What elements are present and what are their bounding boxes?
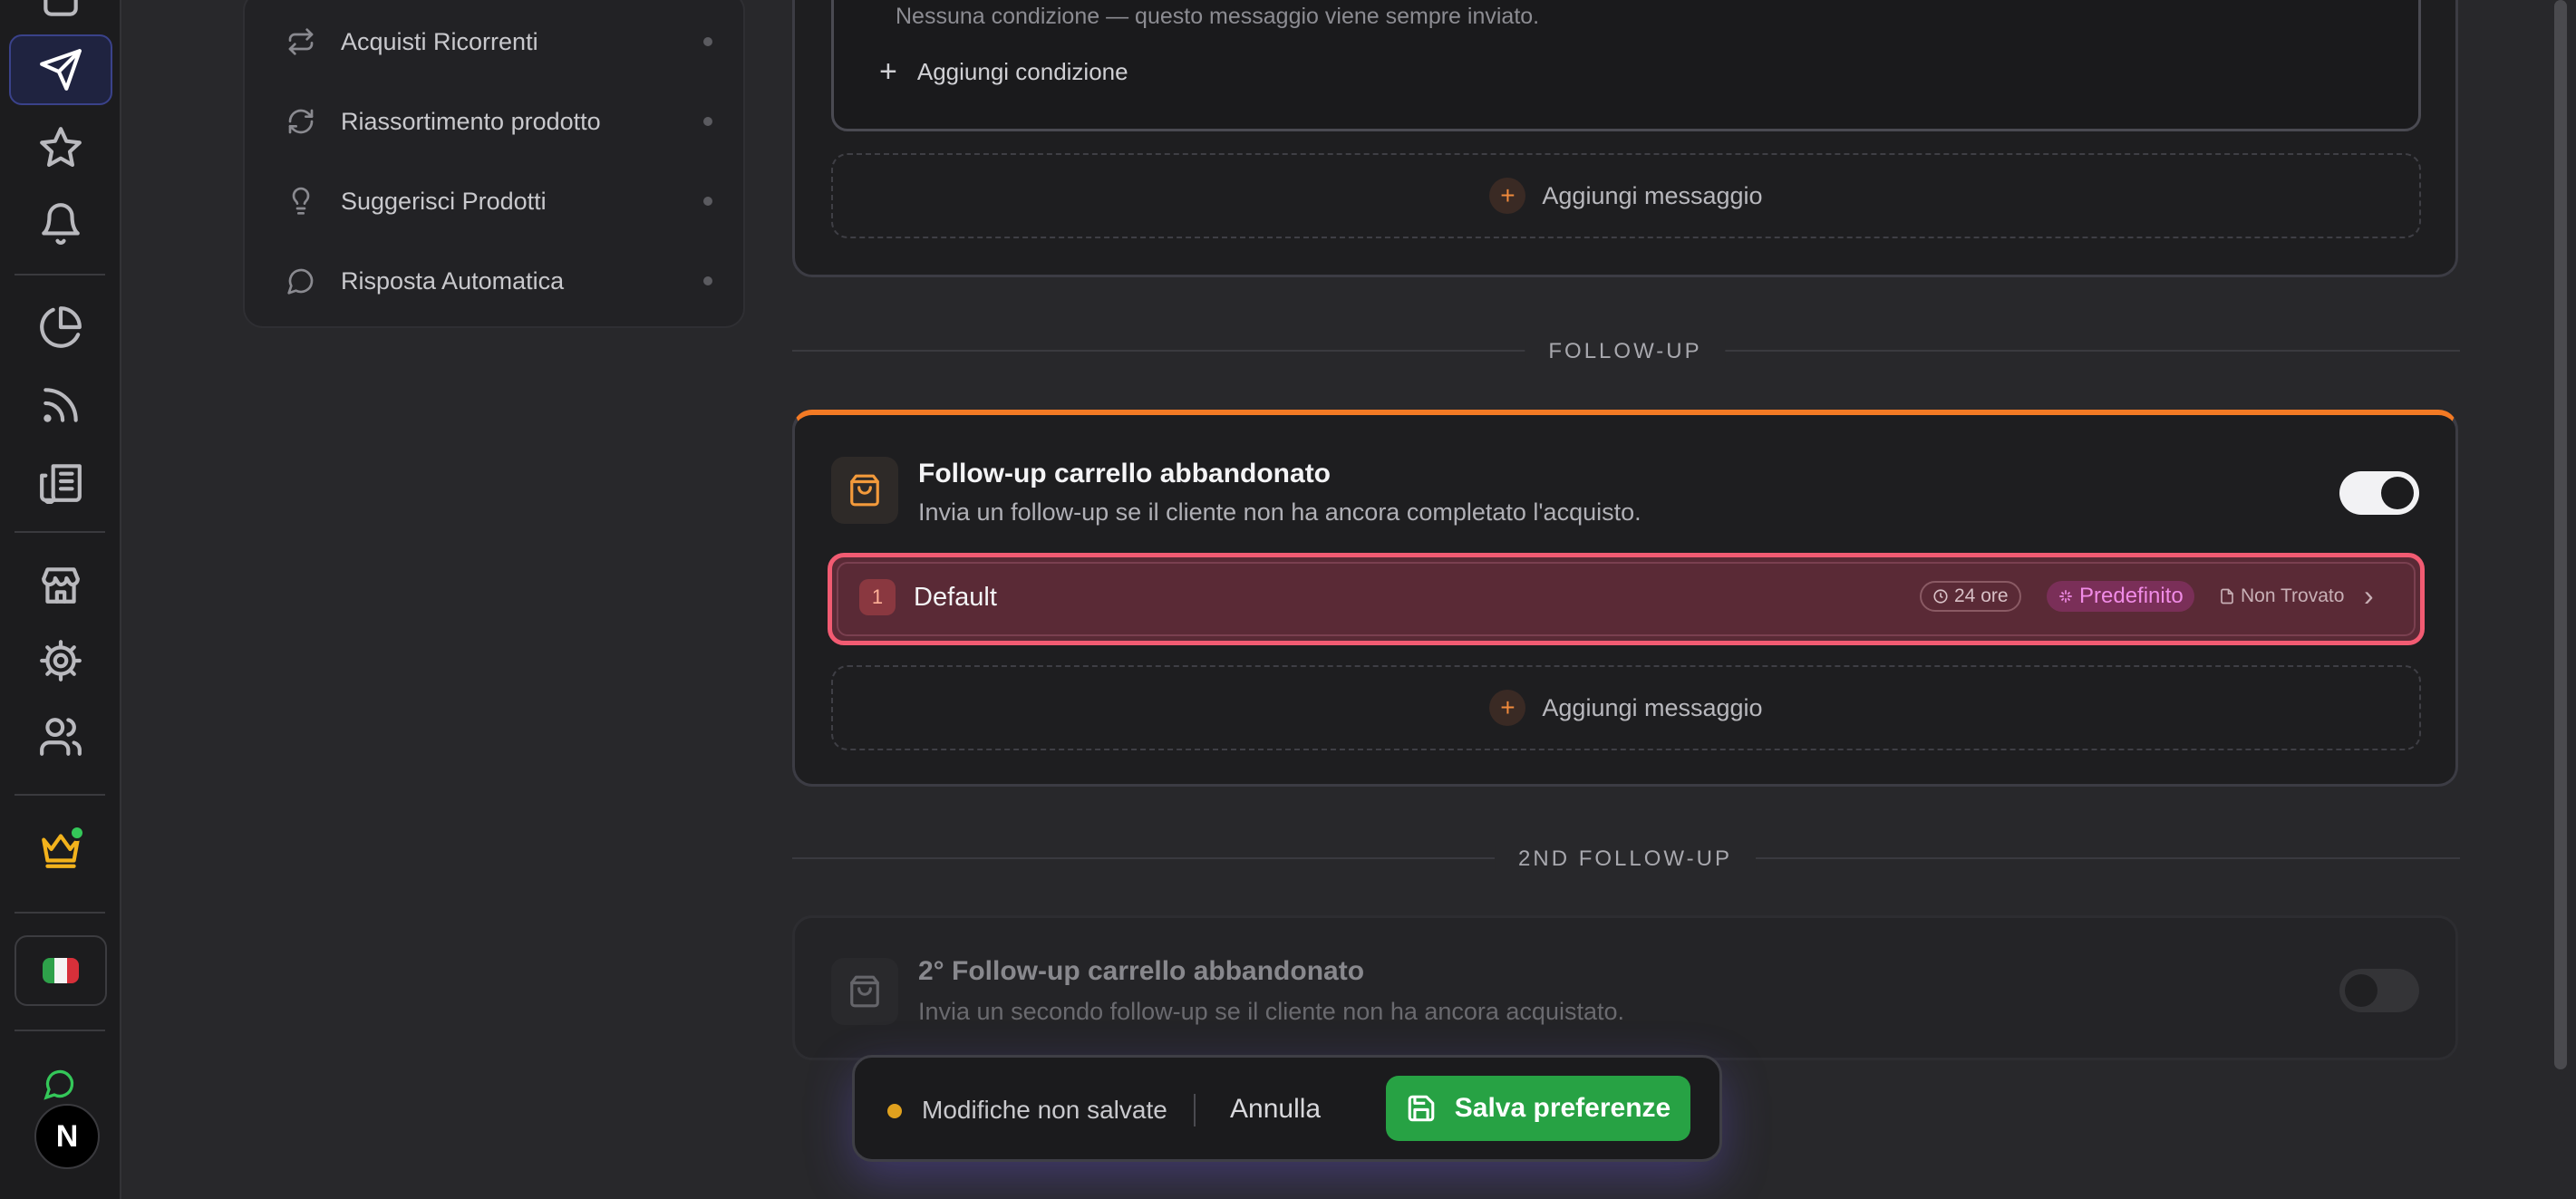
message-index-badge: 1 bbox=[859, 579, 896, 615]
avatar[interactable]: N bbox=[34, 1104, 100, 1169]
add-condition-label: Aggiungi condizione bbox=[916, 57, 1128, 85]
followup-title: Follow-up carrello abbandonato bbox=[918, 459, 1332, 488]
italy-flag-icon bbox=[43, 958, 79, 983]
notification-dot bbox=[69, 825, 85, 841]
add-condition-button[interactable]: + Aggiungi condizione bbox=[879, 56, 1128, 87]
rail-divider bbox=[15, 531, 105, 533]
add-message-label: Aggiungi messaggio bbox=[1542, 181, 1763, 209]
followup-subtitle: Invia un follow-up se il cliente non ha … bbox=[918, 498, 1641, 526]
lightbulb-icon bbox=[286, 187, 315, 216]
unsaved-status: Modifiche non salvate bbox=[922, 1096, 1167, 1124]
subnav-item-risposta-automatica[interactable]: Risposta Automatica bbox=[245, 241, 747, 321]
pie-chart-icon[interactable] bbox=[9, 292, 112, 363]
clock-icon bbox=[1933, 589, 1948, 604]
crown-icon[interactable] bbox=[9, 814, 112, 885]
star-icon[interactable] bbox=[9, 112, 112, 183]
subnav-item-suggerisci[interactable]: Suggerisci Prodotti bbox=[245, 161, 747, 241]
status-dot bbox=[703, 276, 712, 285]
refresh-icon bbox=[286, 107, 315, 136]
second-followup-title: 2° Follow-up carrello abbandonato bbox=[918, 956, 1365, 986]
message-row[interactable]: 1 Default 24 ore Predefinito Non Trovato… bbox=[828, 553, 2425, 645]
chevron-right-icon[interactable]: › bbox=[2364, 579, 2374, 613]
message-circle-icon bbox=[286, 266, 315, 295]
bell-icon[interactable] bbox=[9, 189, 112, 259]
icon-rail: N bbox=[0, 0, 121, 1199]
inbox-icon[interactable] bbox=[9, 0, 112, 34]
second-followup-subtitle: Invia un secondo follow-up se il cliente… bbox=[918, 998, 1624, 1025]
plus-circle-icon: + bbox=[1489, 690, 1526, 726]
status-dot bbox=[703, 117, 712, 126]
send-icon[interactable] bbox=[9, 34, 112, 105]
section-label-followup: FOLLOW-UP bbox=[1525, 339, 1726, 364]
toggle-knob bbox=[2345, 974, 2377, 1007]
add-message-label: Aggiungi messaggio bbox=[1542, 693, 1763, 721]
unsaved-changes-bar: Modifiche non salvate Annulla Salva pref… bbox=[852, 1055, 1722, 1162]
rail-divider bbox=[15, 1030, 105, 1031]
subnav-item-label: Acquisti Ricorrenti bbox=[341, 27, 538, 55]
automation-list: Acquisti Ricorrenti Riassortimento prodo… bbox=[243, 0, 745, 328]
subnav-item-label: Riassortimento prodotto bbox=[341, 107, 601, 135]
store-icon[interactable] bbox=[9, 549, 112, 620]
newspaper-icon[interactable] bbox=[9, 446, 112, 517]
template-status-label: Non Trovato bbox=[2241, 585, 2345, 606]
subnav-item-acquisti-ricorrenti[interactable]: Acquisti Ricorrenti bbox=[245, 2, 747, 82]
subnav-item-riassortimento[interactable]: Riassortimento prodotto bbox=[245, 82, 747, 161]
file-icon bbox=[2221, 588, 2233, 604]
sparkle-icon bbox=[2059, 590, 2072, 603]
second-followup-toggle[interactable] bbox=[2339, 969, 2419, 1012]
save-icon bbox=[1408, 1095, 1435, 1122]
add-message-button[interactable]: + Aggiungi messaggio bbox=[831, 665, 2421, 750]
followup-toggle[interactable] bbox=[2339, 471, 2419, 515]
shopping-bag-icon bbox=[831, 958, 898, 1025]
initial-message-card: Nessuna condizione — questo messaggio vi… bbox=[792, 0, 2458, 277]
template-status: Non Trovato bbox=[2208, 581, 2355, 612]
rss-icon[interactable] bbox=[9, 370, 112, 440]
repeat-icon bbox=[286, 27, 315, 56]
bar-divider bbox=[1194, 1094, 1196, 1126]
condition-note: Nessuna condizione — questo messaggio vi… bbox=[896, 4, 1540, 29]
save-button[interactable]: Salva preferenze bbox=[1386, 1076, 1690, 1141]
scrollbar[interactable] bbox=[2554, 0, 2567, 1069]
rail-divider bbox=[15, 274, 105, 276]
toggle-knob bbox=[2381, 477, 2414, 509]
status-dot bbox=[703, 37, 712, 46]
plus-icon: + bbox=[879, 54, 897, 89]
save-button-label: Salva preferenze bbox=[1454, 1093, 1671, 1123]
section-label-second-followup: 2ND FOLLOW-UP bbox=[1495, 846, 1756, 872]
users-icon[interactable] bbox=[9, 701, 112, 772]
unsaved-indicator-dot bbox=[887, 1104, 902, 1118]
language-selector[interactable] bbox=[15, 935, 107, 1006]
message-name: Default bbox=[914, 583, 997, 612]
delay-badge: 24 ore bbox=[1920, 581, 2021, 612]
gear-icon[interactable] bbox=[9, 625, 112, 696]
cancel-button[interactable]: Annulla bbox=[1230, 1094, 1321, 1125]
default-badge: Predefinito bbox=[2047, 581, 2194, 612]
condition-box: Nessuna condizione — questo messaggio vi… bbox=[831, 0, 2421, 131]
subnav-item-label: Suggerisci Prodotti bbox=[341, 187, 547, 215]
delay-label: 24 ore bbox=[1954, 585, 2009, 606]
rail-divider bbox=[15, 912, 105, 914]
chat-status-icon[interactable] bbox=[44, 1068, 76, 1100]
subnav-item-label: Risposta Automatica bbox=[341, 266, 565, 295]
rail-divider bbox=[15, 794, 105, 796]
followup-card: Follow-up carrello abbandonato Invia un … bbox=[792, 410, 2458, 787]
shopping-bag-icon bbox=[831, 457, 898, 524]
default-badge-label: Predefinito bbox=[2079, 584, 2184, 608]
second-followup-card: 2° Follow-up carrello abbandonato Invia … bbox=[792, 915, 2458, 1060]
status-dot bbox=[703, 197, 712, 206]
plus-circle-icon: + bbox=[1489, 178, 1526, 214]
add-message-button[interactable]: + Aggiungi messaggio bbox=[831, 153, 2421, 238]
